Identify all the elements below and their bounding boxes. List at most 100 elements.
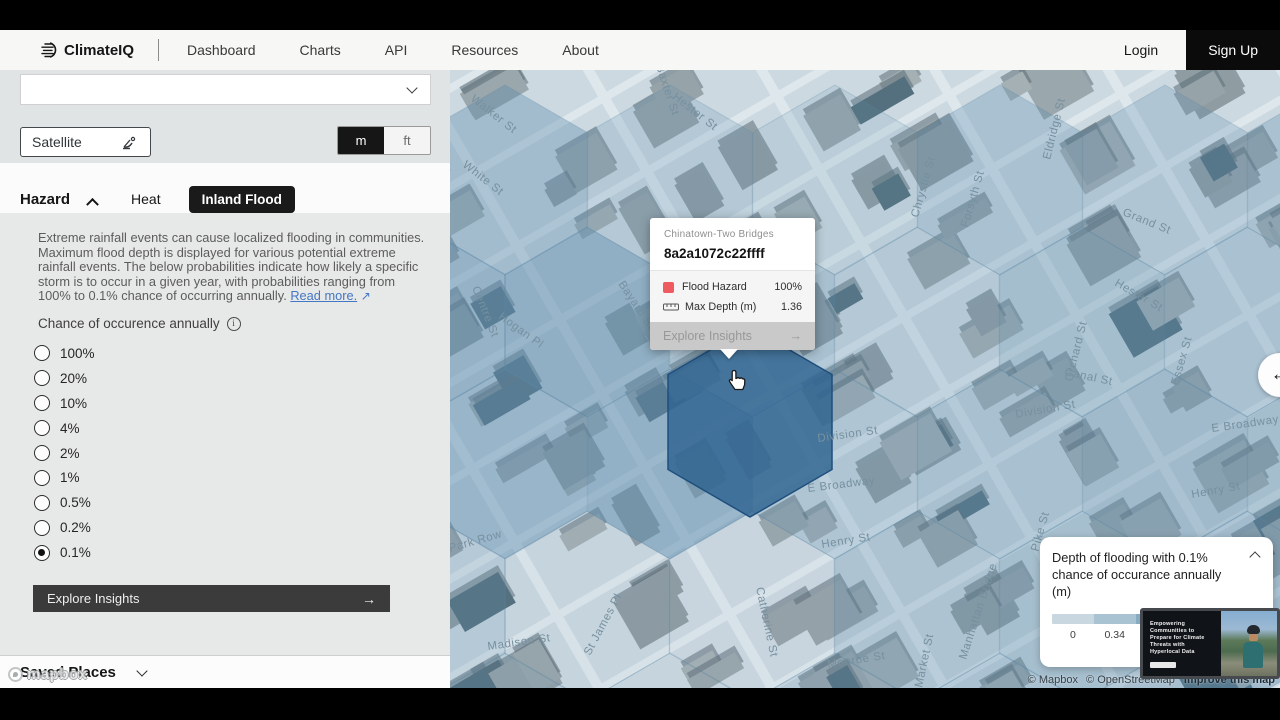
map-canvas[interactable]: Walker St White St Hester St Baxter St H… <box>450 70 1280 688</box>
arrow-left-icon: ← <box>1270 364 1280 385</box>
radio-20[interactable]: 20% <box>34 366 95 391</box>
satellite-toggle-button[interactable]: Satellite <box>20 127 151 157</box>
chevron-down-icon[interactable] <box>136 664 148 677</box>
top-navigation: ClimateIQ Dashboard Charts API Resources… <box>0 30 1280 70</box>
radio-1[interactable]: 1% <box>34 465 95 490</box>
legend-title-line1: Depth of flooding with 0.1% <box>1052 550 1208 565</box>
flood-hazard-row: Flood Hazard 100% <box>663 281 802 293</box>
radio-circle-icon <box>34 494 50 511</box>
left-panel: Satellite m ft Hazard Heat Inland Flood … <box>0 70 450 688</box>
location-select[interactable] <box>20 74 431 105</box>
max-depth-value: 1.36 <box>780 301 802 313</box>
nav-item-charts[interactable]: Charts <box>300 42 341 58</box>
radio-label: 100% <box>60 345 95 361</box>
radio-label: 0.5% <box>60 495 91 511</box>
radio-circle-icon <box>34 345 50 362</box>
nav-links: Dashboard Charts API Resources About <box>187 42 599 58</box>
mapbox-logo[interactable]: mapbox <box>8 666 88 683</box>
arrow-right-icon: → <box>362 590 376 607</box>
explore-insights-label: Explore Insights <box>47 591 140 606</box>
chevron-down-icon <box>406 82 418 94</box>
popup-explore-label: Explore Insights <box>663 329 752 343</box>
radio-label: 10% <box>60 395 88 411</box>
inland-flood-panel: Extreme rainfall events can cause locali… <box>0 213 450 656</box>
mapbox-wordmark: mapbox <box>27 666 88 683</box>
info-icon[interactable]: i <box>226 316 241 331</box>
video-landing-page: Empowering Communities to Prepare for Cl… <box>1143 611 1221 676</box>
arrow-right-icon: → <box>789 329 803 343</box>
hazard-section-title: Hazard <box>20 190 71 208</box>
login-button[interactable]: Login <box>1096 42 1186 58</box>
radio-100[interactable]: 100% <box>34 341 95 366</box>
radio-circle-icon <box>34 469 50 486</box>
popup-cell-id: 8a2a1072c22ffff <box>664 246 765 261</box>
unit-meters[interactable]: m <box>338 127 384 154</box>
radio-label: 2% <box>60 445 80 461</box>
legend-tick-0-34: 0.34 <box>1104 629 1125 641</box>
mapbox-attribution-link[interactable]: © Mapbox <box>1028 674 1078 686</box>
video-headline: Empowering Communities to Prepare for Cl… <box>1150 621 1205 655</box>
unit-toggle: m ft <box>337 126 431 155</box>
radio-label: 1% <box>60 470 80 486</box>
nav-item-resources[interactable]: Resources <box>451 42 518 58</box>
ruler-icon <box>663 303 679 311</box>
read-more-link[interactable]: Read more. <box>290 288 357 304</box>
flood-hazard-value: 100% <box>774 281 802 293</box>
climateiq-logo[interactable]: ClimateIQ <box>40 41 134 59</box>
nav-item-dashboard[interactable]: Dashboard <box>187 42 256 58</box>
legend-title-line2: chance of occurance annually (m) <box>1052 567 1222 599</box>
radio-label: 4% <box>60 420 80 436</box>
tab-heat[interactable]: Heat <box>131 191 161 207</box>
radio-circle-icon <box>34 395 50 412</box>
globe-lines-icon <box>41 42 57 58</box>
mapbox-circle-icon <box>8 667 23 682</box>
radio-10[interactable]: 10% <box>34 391 95 416</box>
satellite-icon <box>123 136 136 149</box>
probability-radio-group: 100% 20% 10% 4% 2% 1% 0.5% 0.2% 0.1% <box>34 341 95 565</box>
flood-hazard-swatch-icon <box>663 281 674 293</box>
panel-controls-section: Satellite m ft <box>0 70 450 163</box>
tab-inland-flood[interactable]: Inland Flood <box>188 185 295 213</box>
ramp-step-2 <box>1093 614 1136 624</box>
radio-circle-icon <box>34 519 50 536</box>
popup-area-name: Chinatown-Two Bridges <box>664 229 774 240</box>
letterbox-bottom <box>0 688 1280 720</box>
collapse-caret-icon[interactable] <box>86 197 99 211</box>
hand-cursor-icon <box>728 369 746 391</box>
radio-circle-icon <box>34 370 50 387</box>
radio-0-5[interactable]: 0.5% <box>34 490 95 515</box>
satellite-label: Satellite <box>32 134 82 150</box>
flood-description: Extreme rainfall events can cause locali… <box>38 230 426 304</box>
popup-header: Chinatown-Two Bridges 8a2a1072c22ffff <box>650 218 815 270</box>
radio-circle-icon <box>34 544 50 561</box>
map-feature-popup: Chinatown-Two Bridges 8a2a1072c22ffff Fl… <box>650 218 815 359</box>
radio-circle-icon <box>34 445 50 461</box>
radio-label: 0.2% <box>60 520 91 536</box>
signup-button[interactable]: Sign Up <box>1186 30 1280 70</box>
cyclist-figure <box>1241 625 1267 673</box>
radio-label: 20% <box>60 370 88 386</box>
video-cta-button <box>1150 662 1176 668</box>
radio-4[interactable]: 4% <box>34 416 95 441</box>
legend-tick-0: 0 <box>1069 629 1076 641</box>
chance-label-text: Chance of occurence annually <box>38 316 220 331</box>
radio-label: 0.1% <box>60 545 91 561</box>
popup-stats: Flood Hazard 100% Max Depth (m) 1.36 <box>650 270 815 322</box>
ramp-step-1 <box>1052 614 1094 624</box>
unit-feet[interactable]: ft <box>384 127 430 154</box>
video-overlay[interactable]: Empowering Communities to Prepare for Cl… <box>1140 608 1280 679</box>
radio-0-2[interactable]: 0.2% <box>34 515 95 540</box>
flood-hazard-label: Flood Hazard <box>682 281 747 293</box>
popup-pointer <box>720 349 738 359</box>
radio-2[interactable]: 2% <box>34 441 95 466</box>
nav-item-about[interactable]: About <box>562 42 599 58</box>
legend-title: Depth of flooding with 0.1% chance of oc… <box>1052 549 1261 600</box>
video-scene-image <box>1220 611 1277 676</box>
explore-insights-button[interactable]: Explore Insights → <box>33 585 390 612</box>
radio-0-1[interactable]: 0.1% <box>34 540 95 565</box>
brand-name: ClimateIQ <box>64 41 135 59</box>
external-link-icon: ↗ <box>360 289 371 304</box>
chance-of-occurrence-label: Chance of occurence annually i <box>38 316 241 331</box>
popup-explore-insights-button[interactable]: Explore Insights → <box>650 322 815 350</box>
nav-item-api[interactable]: API <box>385 42 408 58</box>
